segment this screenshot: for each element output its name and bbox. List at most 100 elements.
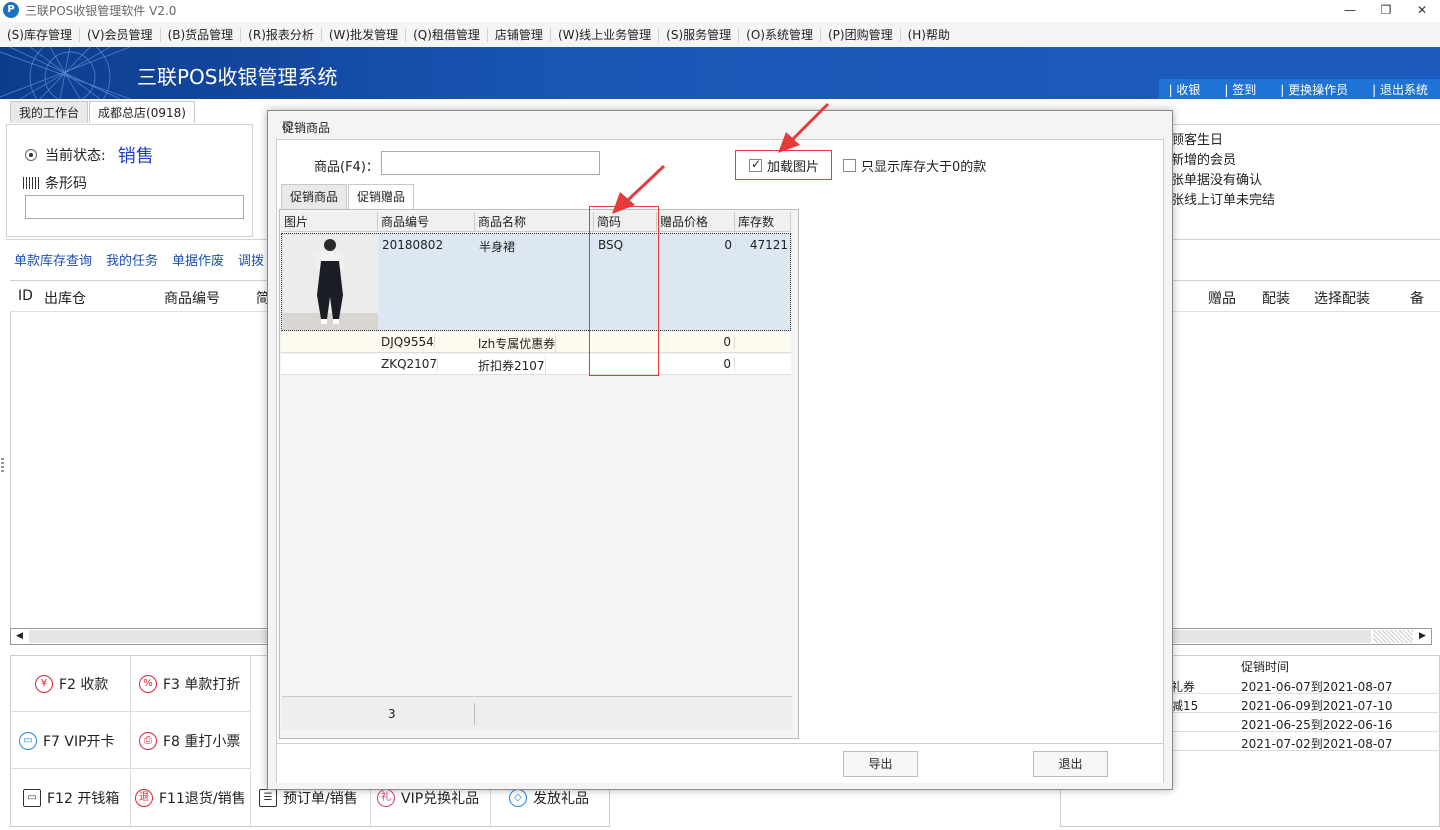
menu-item-rental[interactable]: (Q)租借管理 (406, 27, 488, 42)
link-void-bill[interactable]: 单据作废 (172, 250, 224, 269)
window-controls: — ❐ ✕ (1332, 0, 1440, 20)
header-banner: 三联POS收银管理系统 | 收银 | 签到 | 更换操作员 | 退出系统 (0, 47, 1440, 99)
quick-link-signin[interactable]: | 签到 (1224, 81, 1256, 98)
scroll-right-icon[interactable]: ▶ (1414, 629, 1431, 644)
quick-link-change-operator[interactable]: | 更换操作员 (1280, 81, 1348, 98)
table-row[interactable]: 20180802 半身裙 BSQ 0 47121 (281, 233, 792, 331)
tab-promo-gifts[interactable]: 促销赠品 (348, 184, 415, 209)
col-assembly[interactable]: 配装 (1262, 288, 1290, 308)
menu-item-members[interactable]: (V)会员管理 (80, 27, 161, 42)
col-stock[interactable]: 库存数 (735, 212, 791, 232)
link-my-tasks[interactable]: 我的任务 (106, 250, 158, 269)
promo-time: 2021-06-07到2021-08-07 (1241, 680, 1393, 694)
col-image[interactable]: 图片 (281, 212, 378, 232)
menu-item-groupbuy[interactable]: (P)团购管理 (821, 27, 901, 42)
barcode-label: 条形码 (45, 176, 87, 192)
system-title: 三联POS收银管理系统 (137, 65, 338, 89)
table-row[interactable]: ZKQ2107 折扣券2107 0 (281, 354, 791, 375)
menu-item-reports[interactable]: (R)报表分析 (241, 27, 322, 42)
export-button[interactable]: 导出 (843, 751, 918, 777)
col-warehouse[interactable]: 出库仓 (44, 288, 86, 308)
printer-icon: ⎙ (139, 731, 157, 750)
menu-item-stores[interactable]: 店铺管理 (488, 27, 551, 42)
barcode-input[interactable] (25, 195, 244, 219)
return-icon: 退 (135, 789, 153, 807)
row-name: 半身裙 (476, 238, 517, 255)
menu-item-wholesale[interactable]: (W)批发管理 (322, 27, 407, 42)
quick-link-checkout[interactable]: | 收银 (1169, 81, 1201, 98)
promo-name: 减15 (1171, 699, 1199, 713)
f8-reprint-button[interactable]: ⎙ F8 重打小票 (131, 713, 251, 769)
promo-time-header: 促销时间 (1241, 660, 1290, 674)
menu-item-inventory[interactable]: (S)库存管理 (0, 27, 80, 42)
col-product-code[interactable]: 商品编号 (164, 288, 220, 308)
tab-store[interactable]: 成都总店(0918) (89, 101, 195, 123)
stock-only-checkbox[interactable]: 只显示库存大于0的款 (843, 156, 986, 175)
close-icon[interactable]: ✕ (1404, 0, 1440, 20)
tab-promo-goods[interactable]: 促销商品 (281, 184, 348, 209)
notice-birthday[interactable]: 顾客生日 (1171, 129, 1223, 148)
main-tabs: 我的工作台 成都总店(0918) (10, 101, 196, 123)
row-price: 0 (658, 238, 736, 252)
dialog-tabs: 促销商品 促销赠品 (281, 184, 415, 209)
splitter-handle-icon[interactable] (1, 458, 4, 474)
gift-icon: 礼 (377, 789, 395, 807)
col-gift-price[interactable]: 赠品价格 (657, 212, 735, 232)
col-select-assembly[interactable]: 选择配装 (1314, 288, 1370, 308)
col-id[interactable]: ID (18, 288, 33, 304)
f3-discount-button[interactable]: % F3 单款打折 (131, 656, 251, 712)
document-icon: ☰ (259, 789, 277, 807)
product-search-input[interactable] (381, 151, 600, 175)
issue-gift-label: 发放礼品 (533, 791, 589, 807)
checkbox-unchecked-icon[interactable] (843, 159, 856, 172)
annotation-box (589, 206, 659, 376)
notice-unconfirmed[interactable]: 张单据没有确认 (1171, 169, 1262, 188)
col-gift[interactable]: 赠品 (1208, 288, 1236, 308)
minimize-icon[interactable]: — (1332, 0, 1368, 20)
link-transfer[interactable]: 调拨 (238, 250, 264, 269)
barcode-icon (23, 177, 41, 189)
menu-item-help[interactable]: (H)帮助 (901, 28, 957, 42)
col-notes[interactable]: 备 (1410, 288, 1424, 308)
link-stock-query[interactable]: 单款库存查询 (14, 250, 92, 269)
menu-item-goods[interactable]: (B)货品管理 (161, 27, 242, 42)
f12-label: F12 开钱箱 (47, 791, 120, 807)
dialog-close-icon[interactable]: ☒ (282, 119, 1158, 133)
notice-online-orders[interactable]: 张线上订单未完结 (1171, 189, 1275, 208)
app-logo-icon: P (3, 2, 19, 18)
f3-label: F3 单款打折 (163, 676, 241, 693)
menu-bar: (S)库存管理 (V)会员管理 (B)货品管理 (R)报表分析 (W)批发管理 … (0, 22, 1440, 47)
scroll-left-icon[interactable]: ◀ (11, 629, 28, 644)
f7-label: F7 VIP开卡 (43, 733, 115, 750)
stock-only-label: 只显示库存大于0的款 (861, 160, 987, 175)
notice-new-members[interactable]: 新增的会员 (1171, 149, 1236, 168)
row-count: 3 (388, 707, 396, 721)
col-code[interactable]: 商品编号 (378, 212, 475, 232)
quick-link-exit[interactable]: | 退出系统 (1372, 81, 1428, 98)
f2-checkout-button[interactable]: ¥ F2 收款 (11, 656, 131, 712)
col-name[interactable]: 商品名称 (475, 212, 594, 232)
menu-item-online[interactable]: (W)线上业务管理 (551, 27, 660, 42)
f8-label: F8 重打小票 (163, 733, 241, 750)
f2-label: F2 收款 (59, 676, 109, 693)
tab-workbench[interactable]: 我的工作台 (10, 101, 89, 123)
status-label: 当前状态: (45, 148, 106, 164)
status-radio[interactable] (25, 149, 37, 161)
f11-return-button[interactable]: 退 F11退货/销售 (131, 770, 251, 826)
row-name: 折扣券2107 (475, 357, 546, 374)
status-panel: 当前状态: 销售 条形码 (6, 124, 253, 237)
footer-divider (474, 703, 475, 725)
row-code: ZKQ2107 (378, 357, 439, 371)
menu-item-service[interactable]: (S)服务管理 (659, 27, 740, 42)
promotion-goods-dialog: 促销商品 ☒ 商品(F4)： 加载图片 只显示库存大于0的款 促销商品 促销赠品… (267, 110, 1173, 790)
exit-button[interactable]: 退出 (1033, 751, 1108, 777)
title-bar: P 三联POS收银管理软件 V2.0 — ❐ ✕ (0, 0, 1440, 20)
f7-vip-card-button[interactable]: ▭ F7 VIP开卡 (11, 713, 131, 769)
restore-icon[interactable]: ❐ (1368, 0, 1404, 20)
dialog-footer: 导出 退出 (277, 743, 1163, 783)
f12-cash-drawer-button[interactable]: ▭ F12 开钱箱 (11, 770, 131, 826)
card-icon: ▭ (19, 731, 37, 750)
f11-label: F11退货/销售 (159, 791, 246, 807)
table-row[interactable]: DJQ9554 lzh专属优惠券 0 (281, 332, 791, 353)
menu-item-system[interactable]: (O)系统管理 (739, 27, 821, 42)
